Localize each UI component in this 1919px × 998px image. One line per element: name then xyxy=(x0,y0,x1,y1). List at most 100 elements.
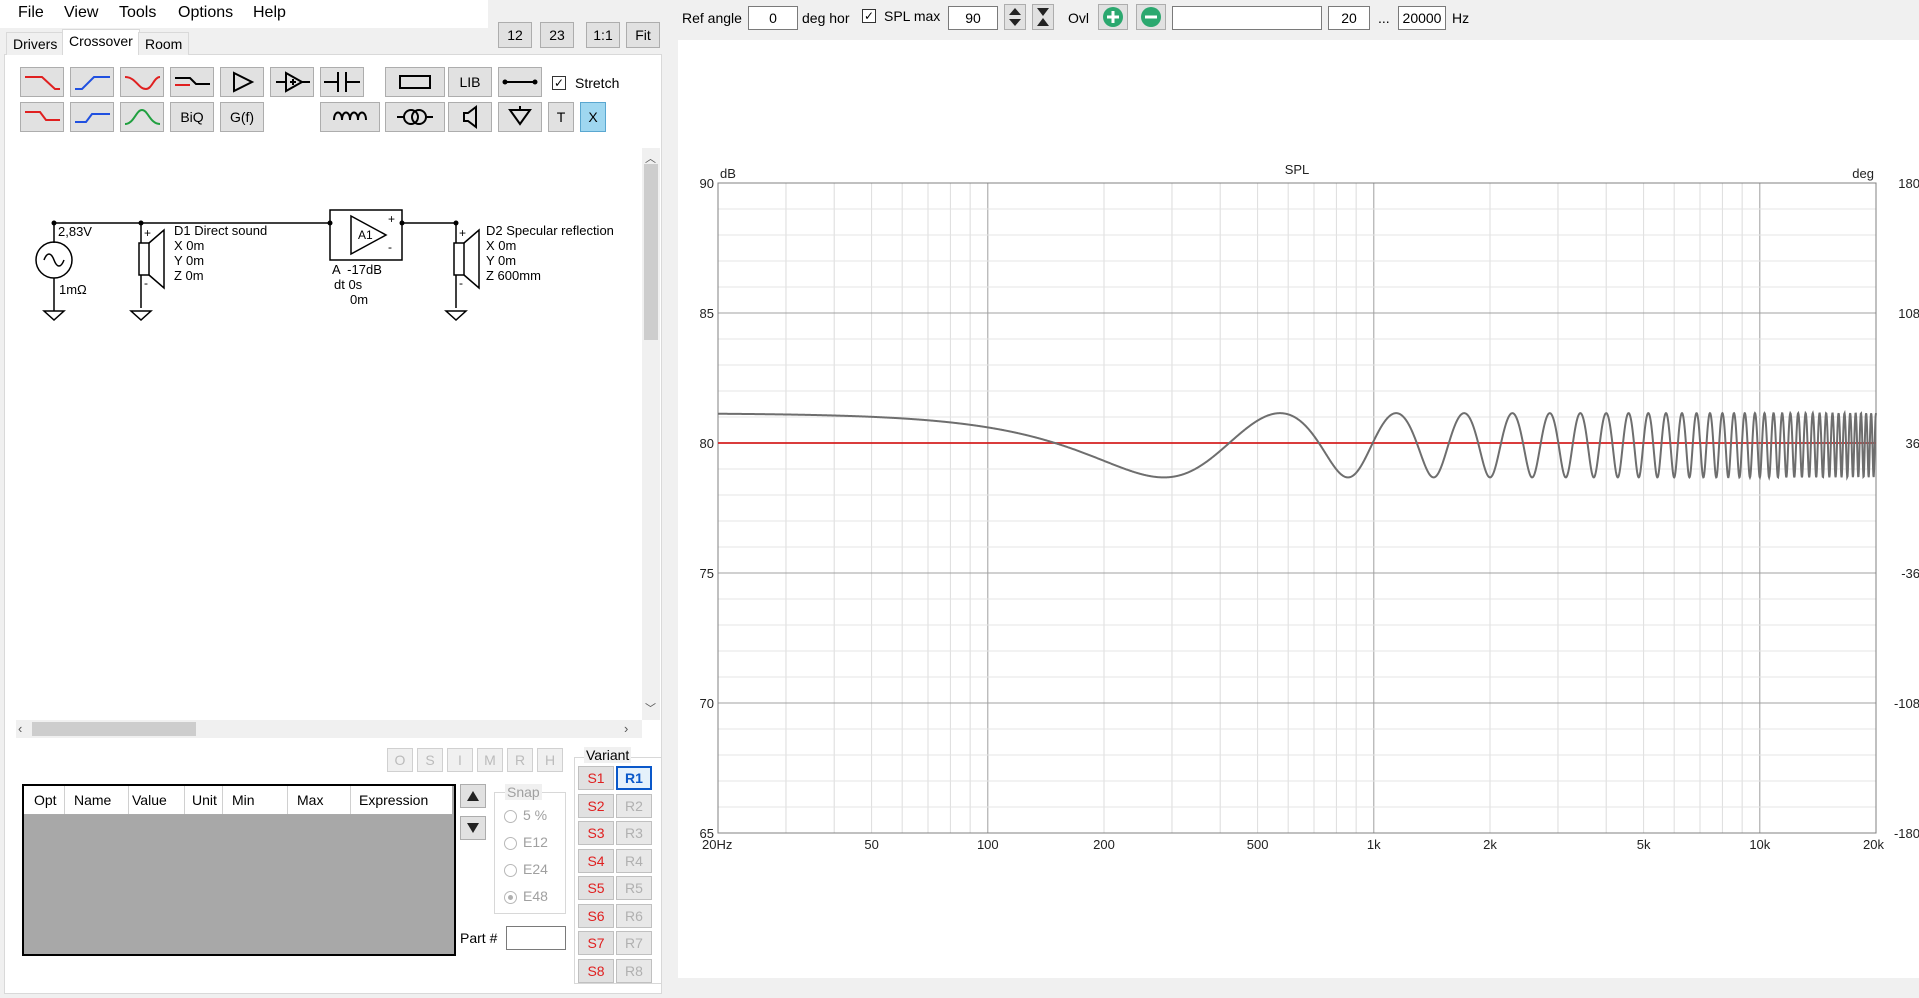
spl-graph-area[interactable]: SPL dB deg 90 85 80 75 70 65 180 108 36 -36 -108 -180 2… xyxy=(678,40,1919,978)
wire-tool[interactable] xyxy=(498,67,542,97)
variant-r3-button[interactable]: R3 xyxy=(616,821,652,845)
biquad-button[interactable]: BiQ xyxy=(170,102,214,132)
overlay-name-input[interactable] xyxy=(1172,6,1322,30)
library-button[interactable]: LIB xyxy=(448,67,492,97)
variant-s6-button[interactable]: S6 xyxy=(578,903,614,928)
menu-file[interactable]: File xyxy=(18,4,44,22)
inductor-tool[interactable] xyxy=(320,102,380,132)
opt-i-button[interactable]: I xyxy=(447,748,473,772)
freq-min-input[interactable]: 20 xyxy=(1328,6,1370,30)
ground-tool[interactable] xyxy=(498,102,542,132)
lowpass-red-tool[interactable] xyxy=(20,67,64,97)
snap-option-e12[interactable]: E12 xyxy=(504,834,548,850)
menu-view[interactable]: View xyxy=(64,4,98,22)
highpass-blue-tool[interactable] xyxy=(70,67,114,97)
tab-room[interactable]: Room xyxy=(138,32,190,55)
vertical-scroll-thumb[interactable] xyxy=(644,164,658,340)
buffer-tool[interactable] xyxy=(270,67,314,97)
notch-red-tool[interactable] xyxy=(120,67,164,97)
resistor-tool[interactable] xyxy=(385,67,445,97)
col-max[interactable]: Max xyxy=(297,792,323,808)
speaker-tool[interactable] xyxy=(448,102,492,132)
zoom-23-button[interactable]: 23 xyxy=(540,22,574,48)
variant-s8-button[interactable]: S8 xyxy=(578,958,614,983)
snap-option-e24[interactable]: E24 xyxy=(504,861,548,877)
freq-max-input[interactable]: 20000 xyxy=(1398,6,1446,30)
variant-s2-button[interactable]: S2 xyxy=(578,793,614,818)
parameter-table[interactable]: Opt Name Value Unit Min Max Expression xyxy=(22,784,456,956)
radio-selected-icon xyxy=(504,890,517,904)
variant-r8-button[interactable]: R8 xyxy=(616,958,652,983)
tab-crossover[interactable]: Crossover xyxy=(62,29,140,55)
schematic-vertical-scrollbar[interactable]: ︿ ﹀ xyxy=(642,148,660,720)
col-opt[interactable]: Opt xyxy=(34,792,57,808)
snap-option-e48[interactable]: E48 xyxy=(504,888,548,904)
y-tick-label: 80 xyxy=(700,436,714,451)
amplifier-tool[interactable] xyxy=(220,67,264,97)
schematic-horizontal-scrollbar[interactable]: ‹ › xyxy=(16,720,642,738)
variant-s7-button[interactable]: S7 xyxy=(578,931,614,955)
col-value[interactable]: Value xyxy=(132,792,167,808)
spl-max-input[interactable]: 90 xyxy=(948,6,998,30)
transformer-tool[interactable] xyxy=(385,102,445,132)
variant-r1-button[interactable]: R1 xyxy=(616,766,652,790)
variant-r7-button[interactable]: R7 xyxy=(616,931,652,955)
highpass-blue-2-tool[interactable] xyxy=(70,102,114,132)
col-name[interactable]: Name xyxy=(74,792,111,808)
bandpass-green-tool[interactable] xyxy=(120,102,164,132)
variant-r6-button[interactable]: R6 xyxy=(616,903,652,928)
opt-o-button[interactable]: O xyxy=(387,748,413,772)
opt-h-button[interactable]: H xyxy=(537,748,563,772)
variant-s1-button[interactable]: S1 xyxy=(578,766,614,790)
opt-s-button[interactable]: S xyxy=(417,748,443,772)
scroll-right-icon[interactable]: › xyxy=(624,721,628,736)
ovl-label: Ovl xyxy=(1068,10,1089,26)
inductor-icon xyxy=(333,111,367,121)
variant-r4-button[interactable]: R4 xyxy=(616,848,652,873)
menu-options[interactable]: Options xyxy=(178,4,233,22)
stretch-checkbox[interactable]: ✓ xyxy=(552,76,566,90)
move-down-button[interactable] xyxy=(460,816,486,840)
variant-r2-button[interactable]: R2 xyxy=(616,793,652,818)
spl-range-button[interactable] xyxy=(1032,4,1054,30)
gf-button[interactable]: G(f) xyxy=(220,102,264,132)
menu-help[interactable]: Help xyxy=(253,4,286,22)
x-tool-button[interactable]: X xyxy=(580,102,606,132)
add-overlay-button[interactable] xyxy=(1098,4,1128,30)
chart-title: SPL xyxy=(1285,162,1310,177)
spl-max-spinner[interactable] xyxy=(1004,4,1026,30)
part-number-input[interactable] xyxy=(506,926,566,950)
shelf-tool[interactable] xyxy=(170,67,214,97)
col-min[interactable]: Min xyxy=(232,792,255,808)
col-unit[interactable]: Unit xyxy=(192,792,217,808)
capacitor-tool[interactable] xyxy=(320,67,364,97)
variant-s4-button[interactable]: S4 xyxy=(578,848,614,873)
variant-s5-button[interactable]: S5 xyxy=(578,876,614,900)
menu-tools[interactable]: Tools xyxy=(119,4,156,22)
variant-r5-button[interactable]: R5 xyxy=(616,876,652,900)
col-expression[interactable]: Expression xyxy=(359,792,428,808)
horizontal-scroll-thumb[interactable] xyxy=(32,722,196,736)
text-tool-button[interactable]: T xyxy=(548,102,574,132)
zoom-1-1-button[interactable]: 1:1 xyxy=(586,22,620,48)
opt-m-button[interactable]: M xyxy=(477,748,503,772)
ground-icon xyxy=(508,106,532,126)
spl-max-checkbox[interactable]: ✓ xyxy=(862,9,876,23)
zoom-fit-button[interactable]: Fit xyxy=(626,22,660,48)
schematic-canvas[interactable]: 2,83V 1mΩ + - D1 Direct sound X 0m Y 0m … xyxy=(16,148,642,720)
variant-s3-button[interactable]: S3 xyxy=(578,821,614,845)
ref-angle-input[interactable]: 0 xyxy=(748,6,798,30)
minus-icon xyxy=(1141,7,1161,27)
scroll-left-icon[interactable]: ‹ xyxy=(18,721,22,736)
move-up-button[interactable] xyxy=(460,784,486,808)
opt-r-button[interactable]: R xyxy=(507,748,533,772)
lowpass-red-2-tool[interactable] xyxy=(20,102,64,132)
ref-angle-label: Ref angle xyxy=(682,10,742,26)
lowpass-red-icon xyxy=(25,76,60,90)
remove-overlay-button[interactable] xyxy=(1136,4,1166,30)
zoom-12-button[interactable]: 12 xyxy=(498,22,532,48)
snap-option-5pct[interactable]: 5 % xyxy=(504,807,547,823)
scroll-down-icon[interactable]: ﹀ xyxy=(645,700,656,716)
tab-drivers[interactable]: Drivers xyxy=(6,32,65,55)
amp-gain-label: A -17dB xyxy=(332,262,382,277)
